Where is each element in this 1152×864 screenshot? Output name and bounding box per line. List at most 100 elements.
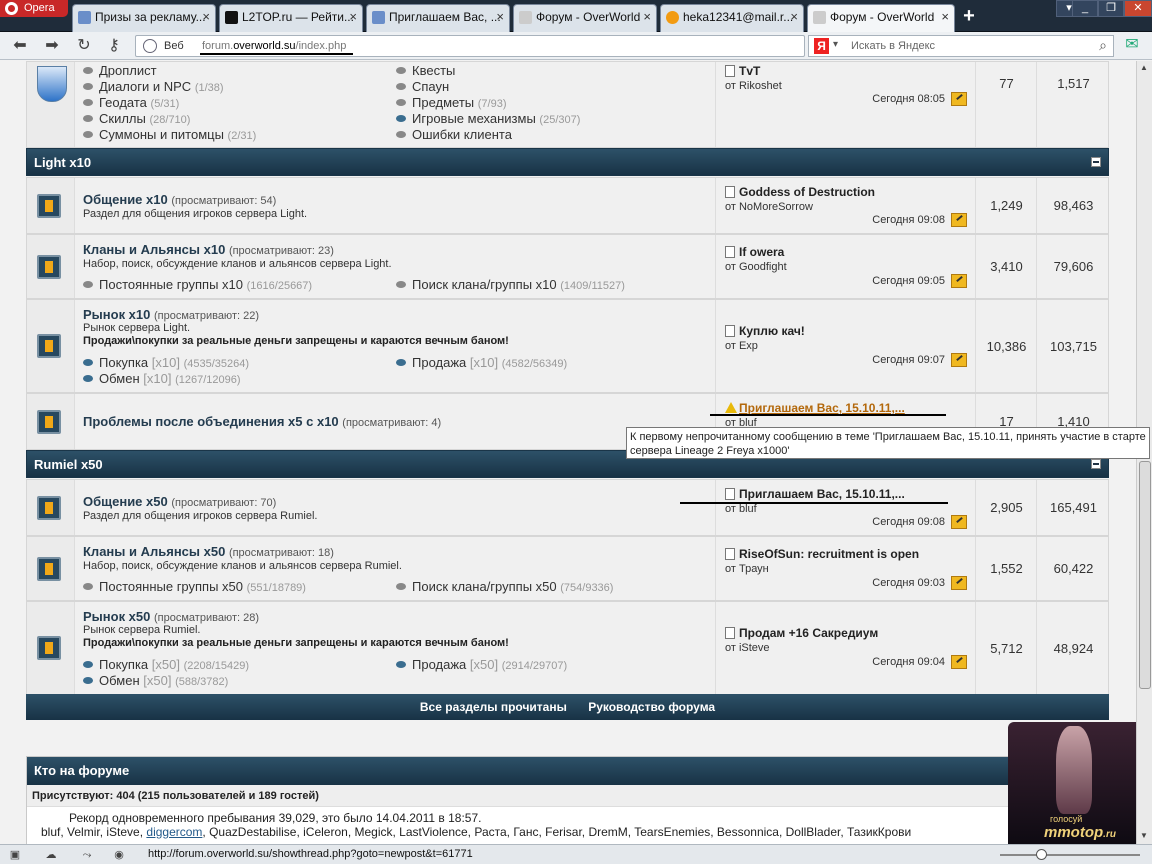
tab-close-icon[interactable]: × [790,5,798,29]
search-engine-dropdown-icon[interactable]: ▾ [833,39,838,50]
user-link[interactable]: diggercom [146,825,202,839]
subforum-count: (4582/56349) [501,358,568,370]
tab-close-icon[interactable]: × [941,5,949,29]
opera-menu-button[interactable]: Opera [0,0,68,17]
last-post-title[interactable]: Приглашаем Вас, 15.10.11,... [725,487,905,501]
go-to-post-icon[interactable] [951,655,967,669]
search-input[interactable]: Я ▾ Искать в Яндекс ⌕ [808,35,1114,57]
scrollbar-thumb[interactable] [1139,461,1151,689]
maximize-button[interactable]: ❐ [1098,0,1124,17]
subforum-link[interactable]: Покупка [x50] (2208/15429) [83,657,249,672]
panel-toggle-icon[interactable]: ▣ [8,848,22,862]
tab-close-icon[interactable]: × [349,5,357,29]
forward-arrow-icon[interactable]: ➡ [42,36,62,56]
forum-title[interactable]: Общение x10 (просматривают: 54) [83,192,276,207]
last-post-title[interactable]: If owera [725,245,784,259]
go-to-post-icon[interactable] [951,92,967,106]
last-post-title[interactable]: Куплю кач! [725,324,805,338]
subforum-link[interactable]: Скиллы (28/710) [83,111,190,126]
forum-title[interactable]: Рынок x50 (просматривают: 28) [83,609,259,624]
last-post-author[interactable]: от Exp [725,340,758,352]
reload-icon[interactable]: ↻ [74,36,94,56]
banner-vote-text: голосуй [1050,814,1083,824]
last-post-author[interactable]: от Goodfight [725,261,787,273]
last-post-date: Сегодня 09:03 [872,576,967,590]
tab-close-icon[interactable]: × [202,5,210,29]
forum-title[interactable]: Проблемы после объединения x5 с x10 (про… [83,414,441,429]
forum-title[interactable]: Рынок x10 (просматривают: 22) [83,307,259,322]
forum-title[interactable]: Кланы и Альянсы x50 (просматривают: 18) [83,544,334,559]
threads-count: 77 [977,62,1037,147]
subforum-tag: [x50] [469,657,499,672]
subforum-link[interactable]: Продажа [x10] (4582/56349) [396,355,567,370]
scroll-down-icon[interactable]: ▼ [1140,831,1148,840]
go-to-post-icon[interactable] [951,353,967,367]
subforum-link[interactable]: Геодата (5/31) [83,95,179,110]
forum-title[interactable]: Кланы и Альянсы x10 (просматривают: 23) [83,242,334,257]
subforum-link[interactable]: Суммоны и питомцы (2/31) [83,127,256,142]
back-arrow-icon[interactable]: ⬅ [10,36,30,56]
subforum-link[interactable]: Спаун [396,79,449,94]
subforum-link[interactable]: Постоянные группы x50 (551/18789) [83,579,306,594]
last-post-title[interactable]: Продам +16 Сакредиум [725,626,878,640]
subforum-link[interactable]: Покупка [x10] (4535/35264) [83,355,249,370]
zoom-slider[interactable] [1000,849,1140,860]
subforum-link[interactable]: Обмен [x50] (588/3782) [83,673,228,688]
subforum-link[interactable]: Дроплист [83,63,157,78]
last-post-title-link[interactable]: Приглашаем Вас, 15.10.11,... [739,401,905,415]
tab-1[interactable]: Призы за рекламу... × [72,4,216,32]
last-post-author[interactable]: от Траун [725,563,769,575]
tab-5[interactable]: heka12341@mail.r... × [660,4,804,32]
tab-active[interactable]: Форум - OverWorld × [807,4,955,33]
go-to-post-icon[interactable] [951,515,967,529]
cloud-icon[interactable]: ☁ [44,848,58,862]
subforum-link[interactable]: Поиск клана/группы x10 (1409/11527) [396,277,625,292]
zoom-knob[interactable] [1036,849,1047,860]
last-post-author[interactable]: от Rikoshet [725,80,782,92]
subforum-tag: [x50] [151,657,180,672]
mail-icon[interactable]: ✉ [1122,35,1142,55]
forum-guide-link[interactable]: Руководство форума [588,700,715,714]
last-post-author[interactable]: от iSteve [725,642,770,654]
subforum-link[interactable]: Предметы (7/93) [396,95,507,110]
tab-close-icon[interactable]: × [496,5,504,29]
tab-3[interactable]: Приглашаем Вас, ... × [366,4,510,32]
last-post-author[interactable]: от bluf [725,503,757,515]
subforum-link[interactable]: Ошибки клиента [396,127,512,142]
key-icon[interactable]: ⚷ [104,36,124,56]
go-to-post-icon[interactable] [951,213,967,227]
tab-4[interactable]: Форум - OverWorld × [513,4,657,32]
users-list-rest: , QuazDestabilise, iCeleron, Megick, Las… [202,825,912,839]
last-post-title[interactable]: TvT [725,64,760,78]
tab-close-icon[interactable]: × [643,5,651,29]
last-post-author[interactable]: от NoMoreSorrow [725,201,813,213]
scroll-up-icon[interactable]: ▲ [1140,63,1148,72]
go-to-post-icon[interactable] [951,576,967,590]
forum-title[interactable]: Общение x50 (просматривают: 70) [83,494,276,509]
mmotop-banner[interactable]: голосуй mmotop.ru [1008,722,1136,844]
subforum-link[interactable]: Квесты [396,63,455,78]
posts-count: 79,606 [1053,259,1094,274]
subforum-link[interactable]: Обмен [x10] (1267/12096) [83,371,241,386]
collapse-icon[interactable] [1091,459,1101,469]
new-tab-button[interactable]: + [957,5,981,29]
subforum-count: (1267/12096) [175,374,241,386]
subforum-list: Дроплист Диалоги и NPC (1/38) Геодата (5… [76,62,716,147]
share-icon[interactable]: ⤳ [80,848,94,862]
close-button[interactable]: ✕ [1124,0,1152,17]
last-post-title[interactable]: RiseOfSun: recruitment is open [725,547,919,561]
collapse-icon[interactable] [1091,157,1101,167]
subforum-link[interactable]: Продажа [x50] (2914/29707) [396,657,567,672]
last-post-title[interactable]: Goddess of Destruction [725,185,875,199]
last-post-title[interactable]: Приглашаем Вас, 15.10.11,... [725,401,905,415]
tab-2[interactable]: L2TOP.ru — Рейти... × [219,4,363,32]
subforum-link[interactable]: Диалоги и NPC (1/38) [83,79,224,94]
go-to-post-icon[interactable] [951,274,967,288]
mark-all-read-link[interactable]: Все разделы прочитаны [420,700,567,714]
subforum-link[interactable]: Постоянные группы x10 (1616/25667) [83,277,312,292]
speed-dial-icon[interactable]: ◉ [112,848,126,862]
subforum-link[interactable]: Игровые механизмы (25/307) [396,111,580,126]
minimize-button[interactable]: _ [1072,0,1098,17]
search-icon[interactable]: ⌕ [1099,37,1107,54]
subforum-link[interactable]: Поиск клана/группы x50 (754/9336) [396,579,613,594]
